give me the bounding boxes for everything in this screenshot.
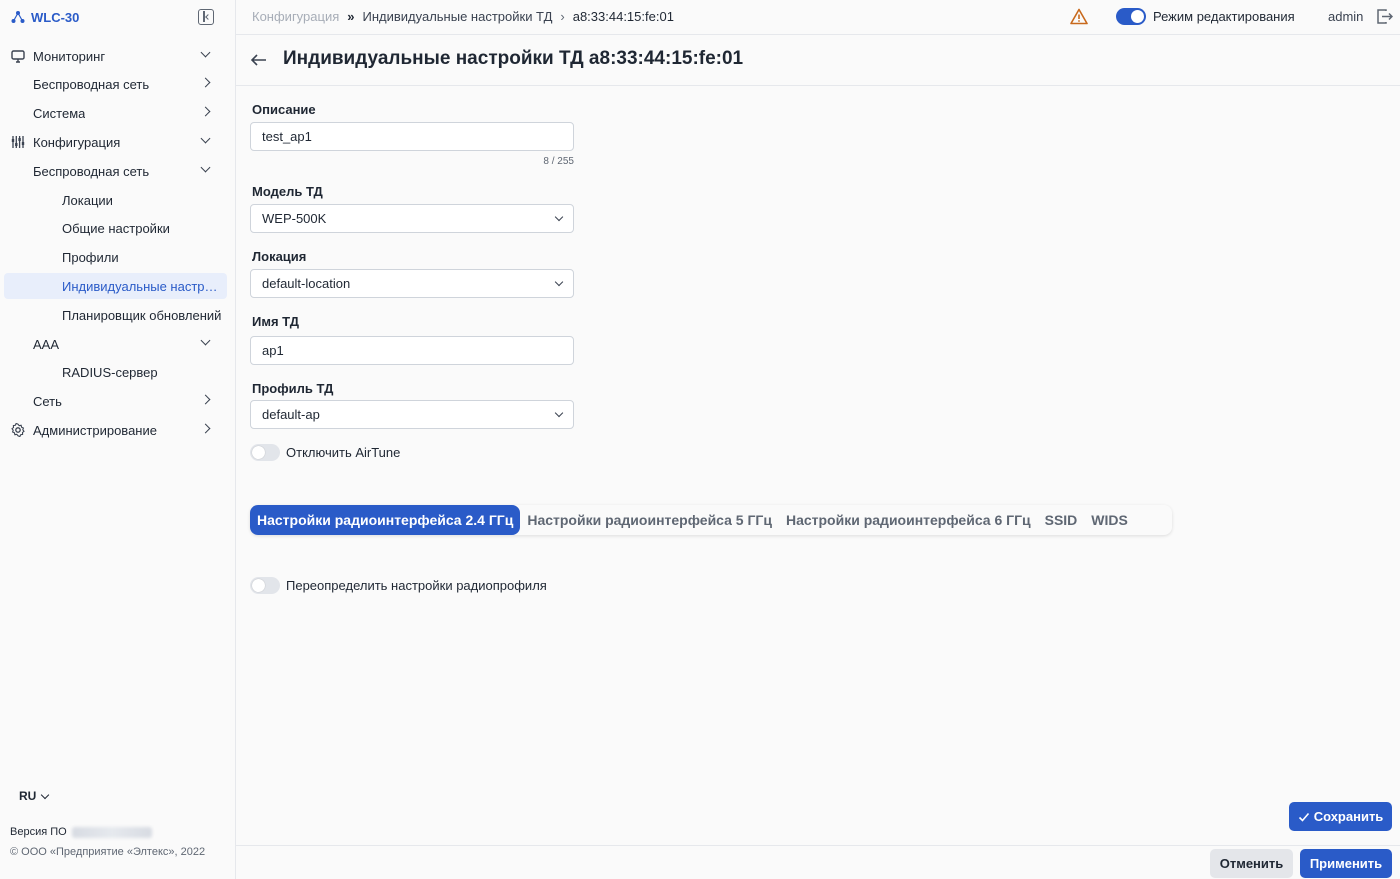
description-counter: 8 / 255	[543, 156, 574, 167]
version-info: Версия ПО	[10, 826, 152, 838]
sidebar-item-aaa[interactable]: AAA	[4, 331, 227, 357]
sidebar-item-general-settings[interactable]: Общие настройки	[4, 215, 227, 241]
sidebar-item-label: Мониторинг	[33, 48, 106, 64]
breadcrumb-item-configuration[interactable]: Конфигурация	[252, 9, 339, 24]
sidebar-item-label: Индивидуальные настройки ТД	[62, 278, 224, 294]
airtune-toggle[interactable]	[250, 444, 280, 461]
chevron-right-icon	[200, 106, 211, 117]
apply-button[interactable]: Применить	[1300, 849, 1392, 878]
sidebar: WLC-30 Мониторинг Беспроводная сеть Сист…	[0, 0, 236, 879]
monitor-icon	[11, 50, 25, 63]
sidebar-item-configuration[interactable]: Конфигурация	[4, 129, 227, 155]
double-chevron-icon: »	[347, 9, 355, 24]
chevron-down-icon	[200, 335, 211, 346]
breadcrumb-item-individual-settings[interactable]: Индивидуальные настройки ТД	[362, 9, 552, 24]
location-select[interactable]: default-location	[250, 269, 574, 298]
chevron-right-icon	[200, 423, 211, 434]
sidebar-item-label: Профили	[62, 249, 119, 265]
save-button[interactable]: Сохранить	[1289, 802, 1392, 831]
brand-name: WLC-30	[31, 9, 80, 25]
sidebar-item-update-scheduler[interactable]: Планировщик обновлений	[4, 302, 227, 328]
sidebar-item-individual-ap-settings[interactable]: Индивидуальные настройки ТД	[4, 273, 227, 299]
model-value: WEP-500K	[262, 211, 327, 226]
back-arrow-icon[interactable]	[250, 51, 268, 69]
description-field[interactable]: test_ap1	[250, 122, 574, 151]
sidebar-item-radius-server[interactable]: RADIUS-сервер	[4, 359, 227, 385]
ap-name-label: Имя ТД	[252, 314, 300, 329]
footer-divider	[236, 845, 1400, 846]
logout-icon[interactable]	[1376, 8, 1393, 25]
page-header: Индивидуальные настройки ТД a8:33:44:15:…	[236, 35, 1400, 86]
ap-profile-select[interactable]: default-ap	[250, 400, 574, 429]
sidebar-item-label: Беспроводная сеть	[33, 163, 150, 179]
sidebar-item-system[interactable]: Система	[4, 100, 227, 126]
sidebar-item-config-wireless[interactable]: Беспроводная сеть	[4, 158, 227, 184]
sidebar-item-monitoring[interactable]: Мониторинг	[4, 43, 227, 69]
edit-mode-toggle[interactable]	[1116, 8, 1146, 25]
breadcrumb-item-current: a8:33:44:15:fe:01	[572, 9, 674, 24]
tab-radio-2-4ghz[interactable]: Настройки радиоинтерфейса 2.4 ГГц	[250, 505, 521, 535]
override-radio-profile-label: Переопределить настройки радиопрофиля	[286, 578, 547, 593]
logo-icon	[11, 11, 25, 23]
chevron-right-icon	[200, 394, 211, 405]
sidebar-item-label: RADIUS-сервер	[62, 364, 158, 380]
sidebar-item-label: Общие настройки	[62, 220, 170, 236]
airtune-label: Отключить AirTune	[286, 445, 401, 460]
top-bar: Конфигурация » Индивидуальные настройки …	[236, 0, 1400, 35]
model-label: Модель ТД	[252, 184, 323, 199]
page-title: Индивидуальные настройки ТД a8:33:44:15:…	[283, 48, 744, 69]
copyright: © ООО «Предприятие «Элтекс», 2022	[10, 846, 206, 858]
sidebar-item-label: Сеть	[33, 393, 62, 409]
chevron-down-icon	[200, 133, 211, 144]
language-value: RU	[19, 789, 37, 803]
radio-tabs: Настройки радиоинтерфейса 2.4 ГГц Настро…	[250, 505, 1172, 535]
sidebar-item-label: Конфигурация	[33, 134, 121, 150]
tab-wids[interactable]: WIDS	[1084, 505, 1135, 535]
ap-profile-label: Профиль ТД	[252, 381, 334, 396]
version-value-redacted	[71, 826, 152, 838]
save-label: Сохранить	[1313, 809, 1384, 824]
tab-radio-6ghz[interactable]: Настройки радиоинтерфейса 6 ГГц	[779, 505, 1038, 535]
sidebar-item-monitoring-wireless[interactable]: Беспроводная сеть	[4, 71, 227, 97]
tab-radio-5ghz[interactable]: Настройки радиоинтерфейса 5 ГГц	[520, 505, 779, 535]
sidebar-item-label: Локации	[62, 192, 113, 208]
chevron-right-icon	[200, 77, 211, 88]
chevron-down-icon	[200, 162, 211, 173]
breadcrumb: Конфигурация » Индивидуальные настройки …	[252, 9, 674, 24]
chevron-down-icon	[41, 790, 50, 799]
brand[interactable]: WLC-30	[11, 8, 79, 26]
sidebar-item-administration[interactable]: Администрирование	[4, 417, 227, 443]
sidebar-item-label: Беспроводная сеть	[33, 76, 150, 92]
chevron-down-icon	[554, 212, 564, 222]
chevron-down-icon	[200, 47, 211, 58]
override-radio-profile-toggle[interactable]	[250, 577, 280, 594]
tab-ssid[interactable]: SSID	[1038, 505, 1085, 535]
sliders-icon	[11, 136, 25, 148]
chevron-right-icon: ›	[560, 9, 565, 24]
check-icon	[1298, 812, 1309, 822]
sidebar-item-label: Администрирование	[33, 422, 157, 438]
warning-icon[interactable]	[1070, 8, 1088, 25]
gear-icon	[11, 423, 25, 437]
sidebar-item-locations[interactable]: Локации	[4, 187, 227, 213]
sidebar-item-network[interactable]: Сеть	[4, 388, 227, 414]
cancel-button[interactable]: Отменить	[1210, 849, 1293, 878]
ap-profile-value: default-ap	[262, 407, 320, 422]
sidebar-item-label: AAA	[33, 336, 60, 352]
location-label: Локация	[252, 249, 307, 264]
description-label: Описание	[252, 102, 316, 117]
sidebar-item-profiles[interactable]: Профили	[4, 244, 227, 270]
chevron-down-icon	[554, 277, 564, 287]
collapse-sidebar-icon[interactable]	[198, 9, 214, 25]
language-selector[interactable]: RU	[19, 789, 50, 803]
location-value: default-location	[262, 276, 351, 291]
model-select[interactable]: WEP-500K	[250, 204, 574, 233]
chevron-down-icon	[554, 408, 564, 418]
edit-mode-label: Режим редактирования	[1153, 9, 1295, 24]
sidebar-item-label: Планировщик обновлений	[62, 307, 222, 323]
ap-name-field[interactable]: ap1	[250, 336, 574, 365]
version-label: Версия ПО	[10, 826, 67, 838]
user-name[interactable]: admin	[1328, 9, 1363, 24]
sidebar-item-label: Система	[33, 105, 86, 121]
